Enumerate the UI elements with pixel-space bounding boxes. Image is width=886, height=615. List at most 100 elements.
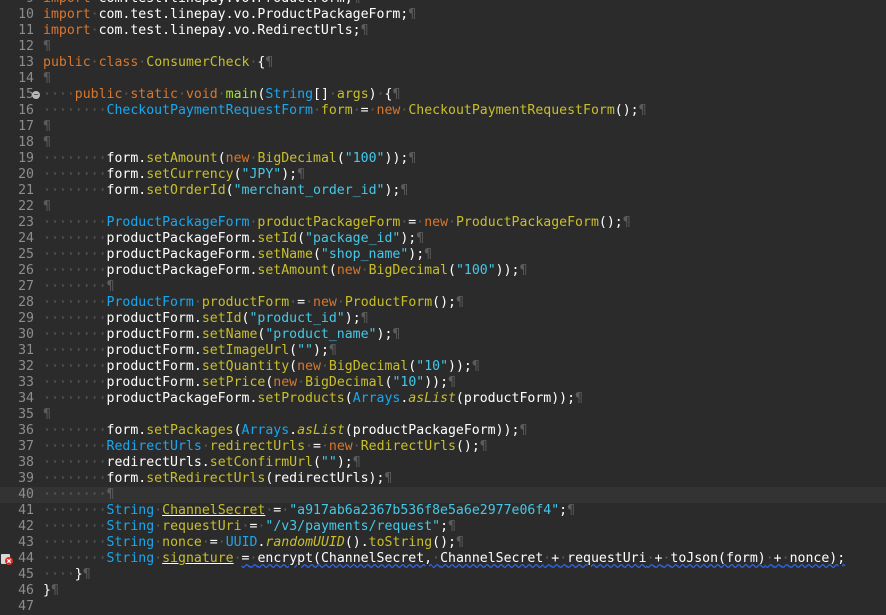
code-text[interactable]: ········productForm.setPrice(new·BigDeci… bbox=[43, 375, 456, 391]
code-line[interactable]: 41 ········String·ChannelSecret·=·"a917ab… bbox=[0, 503, 886, 519]
line-number[interactable]: 29 bbox=[0, 311, 34, 327]
code-line[interactable]: 10 import·com.test.linepay.vo.ProductPack… bbox=[0, 7, 886, 23]
line-number[interactable]: 31 bbox=[0, 343, 34, 359]
code-text[interactable]: ········CheckoutPaymentRequestForm·form·… bbox=[43, 103, 647, 119]
line-number[interactable]: 10 bbox=[0, 7, 34, 23]
code-line[interactable]: 12 ¶ bbox=[0, 39, 886, 55]
line-number[interactable]: 47 bbox=[0, 599, 34, 615]
code-line[interactable]: 24 ········productPackageForm.setId("pack… bbox=[0, 231, 886, 247]
code-line[interactable]: 28 ········ProductForm·productForm·=·new·… bbox=[0, 295, 886, 311]
line-number[interactable]: 32 bbox=[0, 359, 34, 375]
line-number[interactable]: 17 bbox=[0, 119, 34, 135]
code-text[interactable]: ········productPackageForm.setProducts(A… bbox=[43, 391, 583, 407]
code-text[interactable]: ········form.setOrderId("merchant_order_… bbox=[43, 183, 408, 199]
line-number[interactable]: 42 bbox=[0, 519, 34, 535]
line-number[interactable]: 46 bbox=[0, 583, 34, 599]
line-number[interactable]: 40 bbox=[0, 487, 34, 503]
code-text[interactable]: ········¶ bbox=[43, 487, 114, 503]
code-line[interactable]: 19 ········form.setAmount(new·BigDecimal(… bbox=[0, 151, 886, 167]
line-number[interactable]: 24 bbox=[0, 231, 34, 247]
line-number[interactable]: 19 bbox=[0, 151, 34, 167]
line-number[interactable]: 23 bbox=[0, 215, 34, 231]
code-text[interactable]: ········form.setRedirectUrls(redirectUrl… bbox=[43, 471, 392, 487]
code-text[interactable]: }¶ bbox=[43, 583, 59, 599]
code-line[interactable]: 45 ····}¶ bbox=[0, 567, 886, 583]
code-text[interactable]: import·com.test.linepay.vo.RedirectUrls;… bbox=[43, 23, 369, 39]
line-number[interactable]: 26 bbox=[0, 263, 34, 279]
code-text[interactable]: ¶ bbox=[43, 199, 51, 215]
code-text[interactable]: ········String·nonce·=·UUID.randomUUID()… bbox=[43, 535, 464, 551]
code-line[interactable]: 33 ········productForm.setPrice(new·BigDe… bbox=[0, 375, 886, 391]
code-line[interactable]: 11 import·com.test.linepay.vo.RedirectUrl… bbox=[0, 23, 886, 39]
code-line[interactable]: 44 ········String·signature·=·encrypt(Cha… bbox=[0, 551, 886, 567]
line-number[interactable]: 27 bbox=[0, 279, 34, 295]
code-line[interactable]: 20 ········form.setCurrency("JPY");¶ bbox=[0, 167, 886, 183]
line-number[interactable]: 37 bbox=[0, 439, 34, 455]
code-text[interactable]: ····}¶ bbox=[43, 567, 91, 583]
code-text[interactable]: ········form.setCurrency("JPY");¶ bbox=[43, 167, 305, 183]
code-text[interactable]: ¶ bbox=[43, 71, 51, 87]
code-text[interactable]: ¶ bbox=[43, 119, 51, 135]
line-number[interactable]: 34 bbox=[0, 391, 34, 407]
code-text[interactable]: ¶ bbox=[43, 407, 51, 423]
code-line[interactable]: 40 ········¶ bbox=[0, 487, 886, 503]
code-line[interactable]: 9 import·com.test.linepay.vo.ProductForm;… bbox=[0, 0, 886, 7]
code-line[interactable]: 27 ········¶ bbox=[0, 279, 886, 295]
line-number[interactable]: 38 bbox=[0, 455, 34, 471]
line-number[interactable]: 41 bbox=[0, 503, 34, 519]
code-line[interactable]: 30 ········productForm.setName("product_n… bbox=[0, 327, 886, 343]
code-line[interactable]: 16 ········CheckoutPaymentRequestForm·for… bbox=[0, 103, 886, 119]
line-number[interactable]: 9 bbox=[0, 0, 34, 7]
code-line[interactable]: 25 ········productPackageForm.setName("sh… bbox=[0, 247, 886, 263]
code-line[interactable]: 43 ········String·nonce·=·UUID.randomUUID… bbox=[0, 535, 886, 551]
code-text[interactable]: ········productForm.setName("product_nam… bbox=[43, 327, 400, 343]
code-line[interactable]: 22 ¶ bbox=[0, 199, 886, 215]
code-text[interactable]: ········RedirectUrls·redirectUrls·=·new·… bbox=[43, 439, 488, 455]
code-text[interactable]: import·com.test.linepay.vo.ProductForm;¶ bbox=[43, 0, 361, 7]
code-text[interactable]: ········productForm.setImageUrl("");¶ bbox=[43, 343, 337, 359]
code-text[interactable]: ········form.setPackages(Arrays.asList(p… bbox=[43, 423, 527, 439]
code-line[interactable]: 31 ········productForm.setImageUrl("");¶ bbox=[0, 343, 886, 359]
code-text[interactable]: ········productPackageForm.setId("packag… bbox=[43, 231, 424, 247]
line-number[interactable]: 45 bbox=[0, 567, 34, 583]
code-text[interactable]: ········String·requestUri·=·"/v3/payment… bbox=[43, 519, 456, 535]
code-text[interactable]: ········productForm.setId("product_id");… bbox=[43, 311, 369, 327]
code-line[interactable]: 38 ········redirectUrls.setConfirmUrl("")… bbox=[0, 455, 886, 471]
code-text[interactable]: ¶ bbox=[43, 135, 51, 151]
code-text[interactable]: ········productPackageForm.setAmount(new… bbox=[43, 263, 527, 279]
code-line[interactable]: 35 ¶ bbox=[0, 407, 886, 423]
line-number[interactable]: 14 bbox=[0, 71, 34, 87]
line-number[interactable]: 16 bbox=[0, 103, 34, 119]
fold-collapse-icon[interactable]: − bbox=[32, 91, 40, 99]
line-number[interactable]: 15 bbox=[0, 87, 34, 103]
code-text[interactable]: ········ProductPackageForm·productPackag… bbox=[43, 215, 631, 231]
code-text[interactable]: ········productForm.setQuantity(new·BigD… bbox=[43, 359, 480, 375]
code-text[interactable]: ········ProductForm·productForm·=·new·Pr… bbox=[43, 295, 464, 311]
code-line[interactable]: 37 ········RedirectUrls·redirectUrls·=·ne… bbox=[0, 439, 886, 455]
code-line[interactable]: 39 ········form.setRedirectUrls(redirectU… bbox=[0, 471, 886, 487]
line-number[interactable]: 30 bbox=[0, 327, 34, 343]
code-line[interactable]: 34 ········productPackageForm.setProducts… bbox=[0, 391, 886, 407]
line-number[interactable]: 13 bbox=[0, 55, 34, 71]
code-line[interactable]: 36 ········form.setPackages(Arrays.asList… bbox=[0, 423, 886, 439]
code-line[interactable]: 14 ¶ bbox=[0, 71, 886, 87]
code-line[interactable]: 29 ········productForm.setId("product_id"… bbox=[0, 311, 886, 327]
line-number[interactable]: 12 bbox=[0, 39, 34, 55]
line-number[interactable]: 28 bbox=[0, 295, 34, 311]
code-text[interactable]: ¶ bbox=[43, 39, 51, 55]
code-line[interactable]: 26 ········productPackageForm.setAmount(n… bbox=[0, 263, 886, 279]
line-number[interactable]: 22 bbox=[0, 199, 34, 215]
line-number[interactable]: 25 bbox=[0, 247, 34, 263]
code-line[interactable]: 46 }¶ bbox=[0, 583, 886, 599]
error-marker-icon[interactable] bbox=[1, 553, 13, 565]
code-line[interactable]: 23 ········ProductPackageForm·productPack… bbox=[0, 215, 886, 231]
line-number[interactable]: 39 bbox=[0, 471, 34, 487]
line-number[interactable]: 11 bbox=[0, 23, 34, 39]
line-number[interactable]: 20 bbox=[0, 167, 34, 183]
code-text[interactable]: ········form.setAmount(new·BigDecimal("1… bbox=[43, 151, 416, 167]
code-text[interactable]: ····public·static·void·main(String[]·arg… bbox=[43, 87, 400, 103]
code-text[interactable]: import·com.test.linepay.vo.ProductPackag… bbox=[43, 7, 416, 23]
line-number[interactable]: 43 bbox=[0, 535, 34, 551]
code-line[interactable]: 47 bbox=[0, 599, 886, 615]
code-line[interactable]: 42 ········String·requestUri·=·"/v3/payme… bbox=[0, 519, 886, 535]
